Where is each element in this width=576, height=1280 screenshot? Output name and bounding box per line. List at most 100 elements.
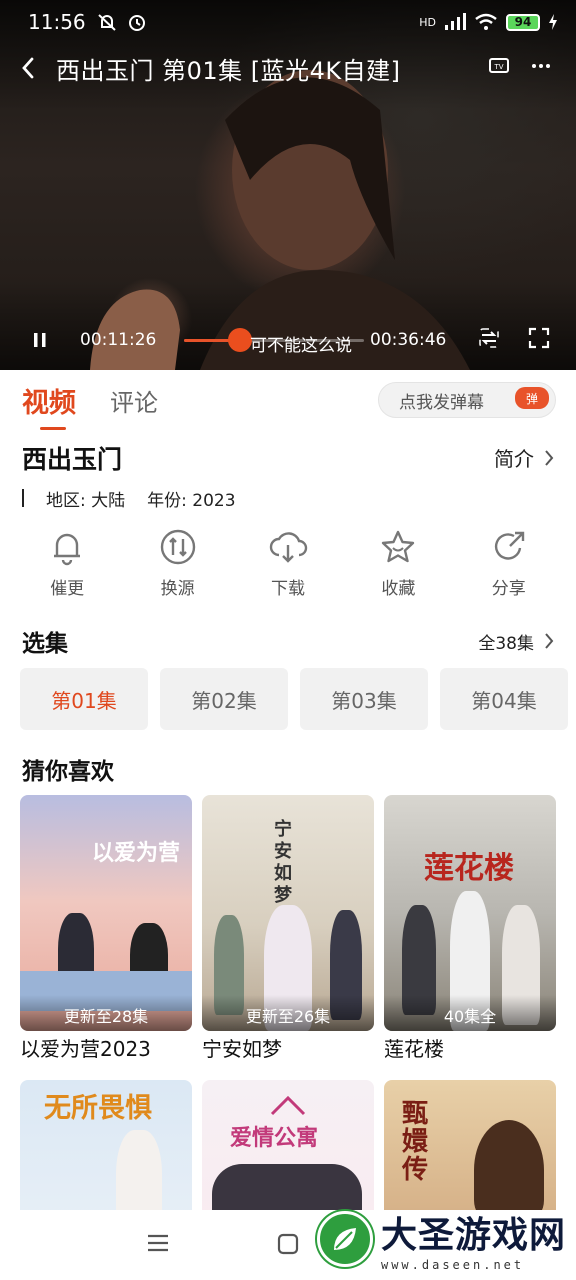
poster-title: 甄嬛传 — [402, 1099, 429, 1185]
player-title-row: 西出玉门 第01集 [蓝光4K自建] TV — [0, 48, 576, 88]
watermark-url: www.daseen.net — [380, 1258, 525, 1272]
charging-icon — [549, 14, 557, 30]
all-episodes-link[interactable]: 全38集 — [478, 629, 554, 654]
action-favorite[interactable]: 收藏 — [353, 528, 443, 599]
tab-comment[interactable]: 评论 — [110, 383, 158, 418]
site-watermark: 大圣游戏网 www.daseen.net — [316, 1206, 566, 1272]
duration-time: 00:36:46 — [370, 330, 447, 350]
house-icon — [270, 1095, 306, 1116]
poster-badge: 更新至28集 — [20, 995, 192, 1031]
cloud-download-icon — [269, 532, 308, 563]
action-label: 分享 — [491, 579, 526, 599]
action-label: 换源 — [160, 579, 195, 599]
bell-icon — [54, 533, 81, 566]
danmu-placeholder: 点我发弹幕 — [399, 392, 484, 413]
show-meta: 地区: 大陆 年份: 2023 — [22, 486, 236, 511]
leaf-icon — [333, 1228, 356, 1250]
poster-badge: 40集全 — [384, 995, 556, 1031]
card-title: 以爱为营2023 — [20, 1037, 151, 1061]
menu-lines-icon — [148, 1234, 168, 1252]
swap-icon — [479, 327, 499, 348]
episodes-heading: 选集 — [22, 631, 68, 657]
poster-title: 宁安如梦 — [274, 819, 292, 906]
danmu-badge: 弹 — [515, 387, 549, 409]
action-download[interactable]: 下载 — [243, 528, 333, 599]
video-player[interactable]: 11:56 HD 94 西出玉门 第01集 [蓝光4K自建] TV 00:11:… — [0, 0, 576, 370]
action-label: 下载 — [270, 579, 305, 599]
recents-button[interactable] — [146, 1232, 170, 1258]
progress-knob[interactable] — [227, 328, 252, 352]
poster-badge: 更新至26集 — [202, 995, 374, 1031]
poster-title: 以爱为营 — [92, 840, 181, 866]
home-button[interactable] — [276, 1232, 300, 1260]
action-switch-source[interactable]: 换源 — [133, 528, 223, 599]
action-remind[interactable]: 催更 — [22, 528, 112, 599]
more-options-button[interactable] — [530, 56, 552, 80]
show-region: 地区: 大陆 — [46, 491, 126, 511]
square-home-icon — [277, 1233, 299, 1255]
watermark-logo — [316, 1211, 373, 1267]
poster-title: 无所畏惧 — [44, 1093, 152, 1124]
episodes-total: 全38集 — [478, 633, 534, 654]
action-share[interactable]: 分享 — [464, 528, 554, 599]
episode-list: 第01集 第02集 第03集 第04集 — [20, 668, 568, 730]
poster-title: 莲花楼 — [424, 851, 514, 886]
episode-item[interactable]: 第02集 — [160, 668, 288, 730]
recommend-heading: 猜你喜欢 — [22, 759, 114, 785]
card-title: 莲花楼 — [384, 1037, 444, 1061]
poster-title: 爱情公寓 — [230, 1126, 319, 1151]
poster-image: 宁安如梦 更新至26集 — [202, 795, 374, 1031]
fullscreen-button[interactable] — [528, 327, 550, 354]
poster-image: 莲花楼 40集全 — [384, 795, 556, 1031]
more-dots-icon — [532, 64, 550, 68]
pause-button[interactable] — [0, 331, 80, 349]
alarm-icon — [128, 15, 145, 31]
action-label: 催更 — [50, 579, 85, 599]
action-label: 收藏 — [381, 579, 416, 599]
switch-source-icon — [160, 529, 195, 565]
action-bar: 催更 换源 下载 收藏 分享 — [0, 528, 576, 599]
show-year: 年份: 2023 — [147, 491, 236, 511]
content-tabs: 视频 评论 点我发弹幕 弹 — [0, 370, 576, 430]
tab-video[interactable]: 视频 — [22, 381, 76, 430]
show-title: 西出玉门 — [22, 445, 123, 474]
episode-item[interactable]: 第03集 — [300, 668, 428, 730]
video-title: 西出玉门 第01集 [蓝光4K自建] — [56, 56, 401, 85]
mute-bell-icon — [97, 14, 116, 31]
tv-cast-button[interactable]: TV — [488, 56, 510, 80]
poster-image: 以爱为营 更新至28集 — [20, 795, 192, 1031]
signal-icon — [445, 13, 466, 30]
chevron-right-icon — [545, 449, 554, 466]
intro-link[interactable]: 简介 — [494, 443, 554, 472]
chevron-right-icon — [545, 633, 554, 649]
recommend-card[interactable]: 以爱为营 更新至28集 以爱为营2023 — [20, 795, 192, 1062]
star-icon — [382, 530, 415, 563]
network-type: HD — [419, 15, 436, 29]
battery-indicator: 94 — [506, 13, 540, 31]
meta-divider — [22, 489, 24, 507]
card-title: 宁安如梦 — [202, 1037, 282, 1061]
svg-text:TV: TV — [493, 63, 503, 71]
recommend-header: 猜你喜欢 — [22, 752, 554, 786]
recommend-card[interactable]: 莲花楼 40集全 莲花楼 — [384, 795, 556, 1062]
status-time: 11:56 — [28, 10, 86, 34]
episode-item[interactable]: 第01集 — [20, 668, 148, 730]
watermark-title: 大圣游戏网 — [380, 1214, 566, 1256]
video-subtitle: 可不能这么说 — [250, 336, 352, 356]
wifi-icon — [475, 13, 497, 30]
tv-icon: TV — [489, 58, 509, 73]
share-icon — [494, 531, 524, 560]
current-time: 00:11:26 — [80, 330, 157, 350]
intro-label: 简介 — [494, 447, 534, 471]
episodes-header: 选集 全38集 — [22, 624, 554, 658]
episode-item[interactable]: 第04集 — [440, 668, 568, 730]
fullscreen-icon — [528, 327, 550, 348]
status-bar: 11:56 HD 94 — [0, 0, 576, 44]
switch-button[interactable] — [478, 327, 500, 354]
system-nav-bar: 大圣游戏网 www.daseen.net — [0, 1210, 576, 1280]
poster-figure — [474, 1120, 544, 1220]
danmu-input-button[interactable]: 点我发弹幕 弹 — [378, 382, 556, 418]
pause-icon — [34, 333, 46, 347]
back-button[interactable] — [0, 48, 56, 88]
recommend-card[interactable]: 宁安如梦 更新至26集 宁安如梦 — [202, 795, 374, 1062]
